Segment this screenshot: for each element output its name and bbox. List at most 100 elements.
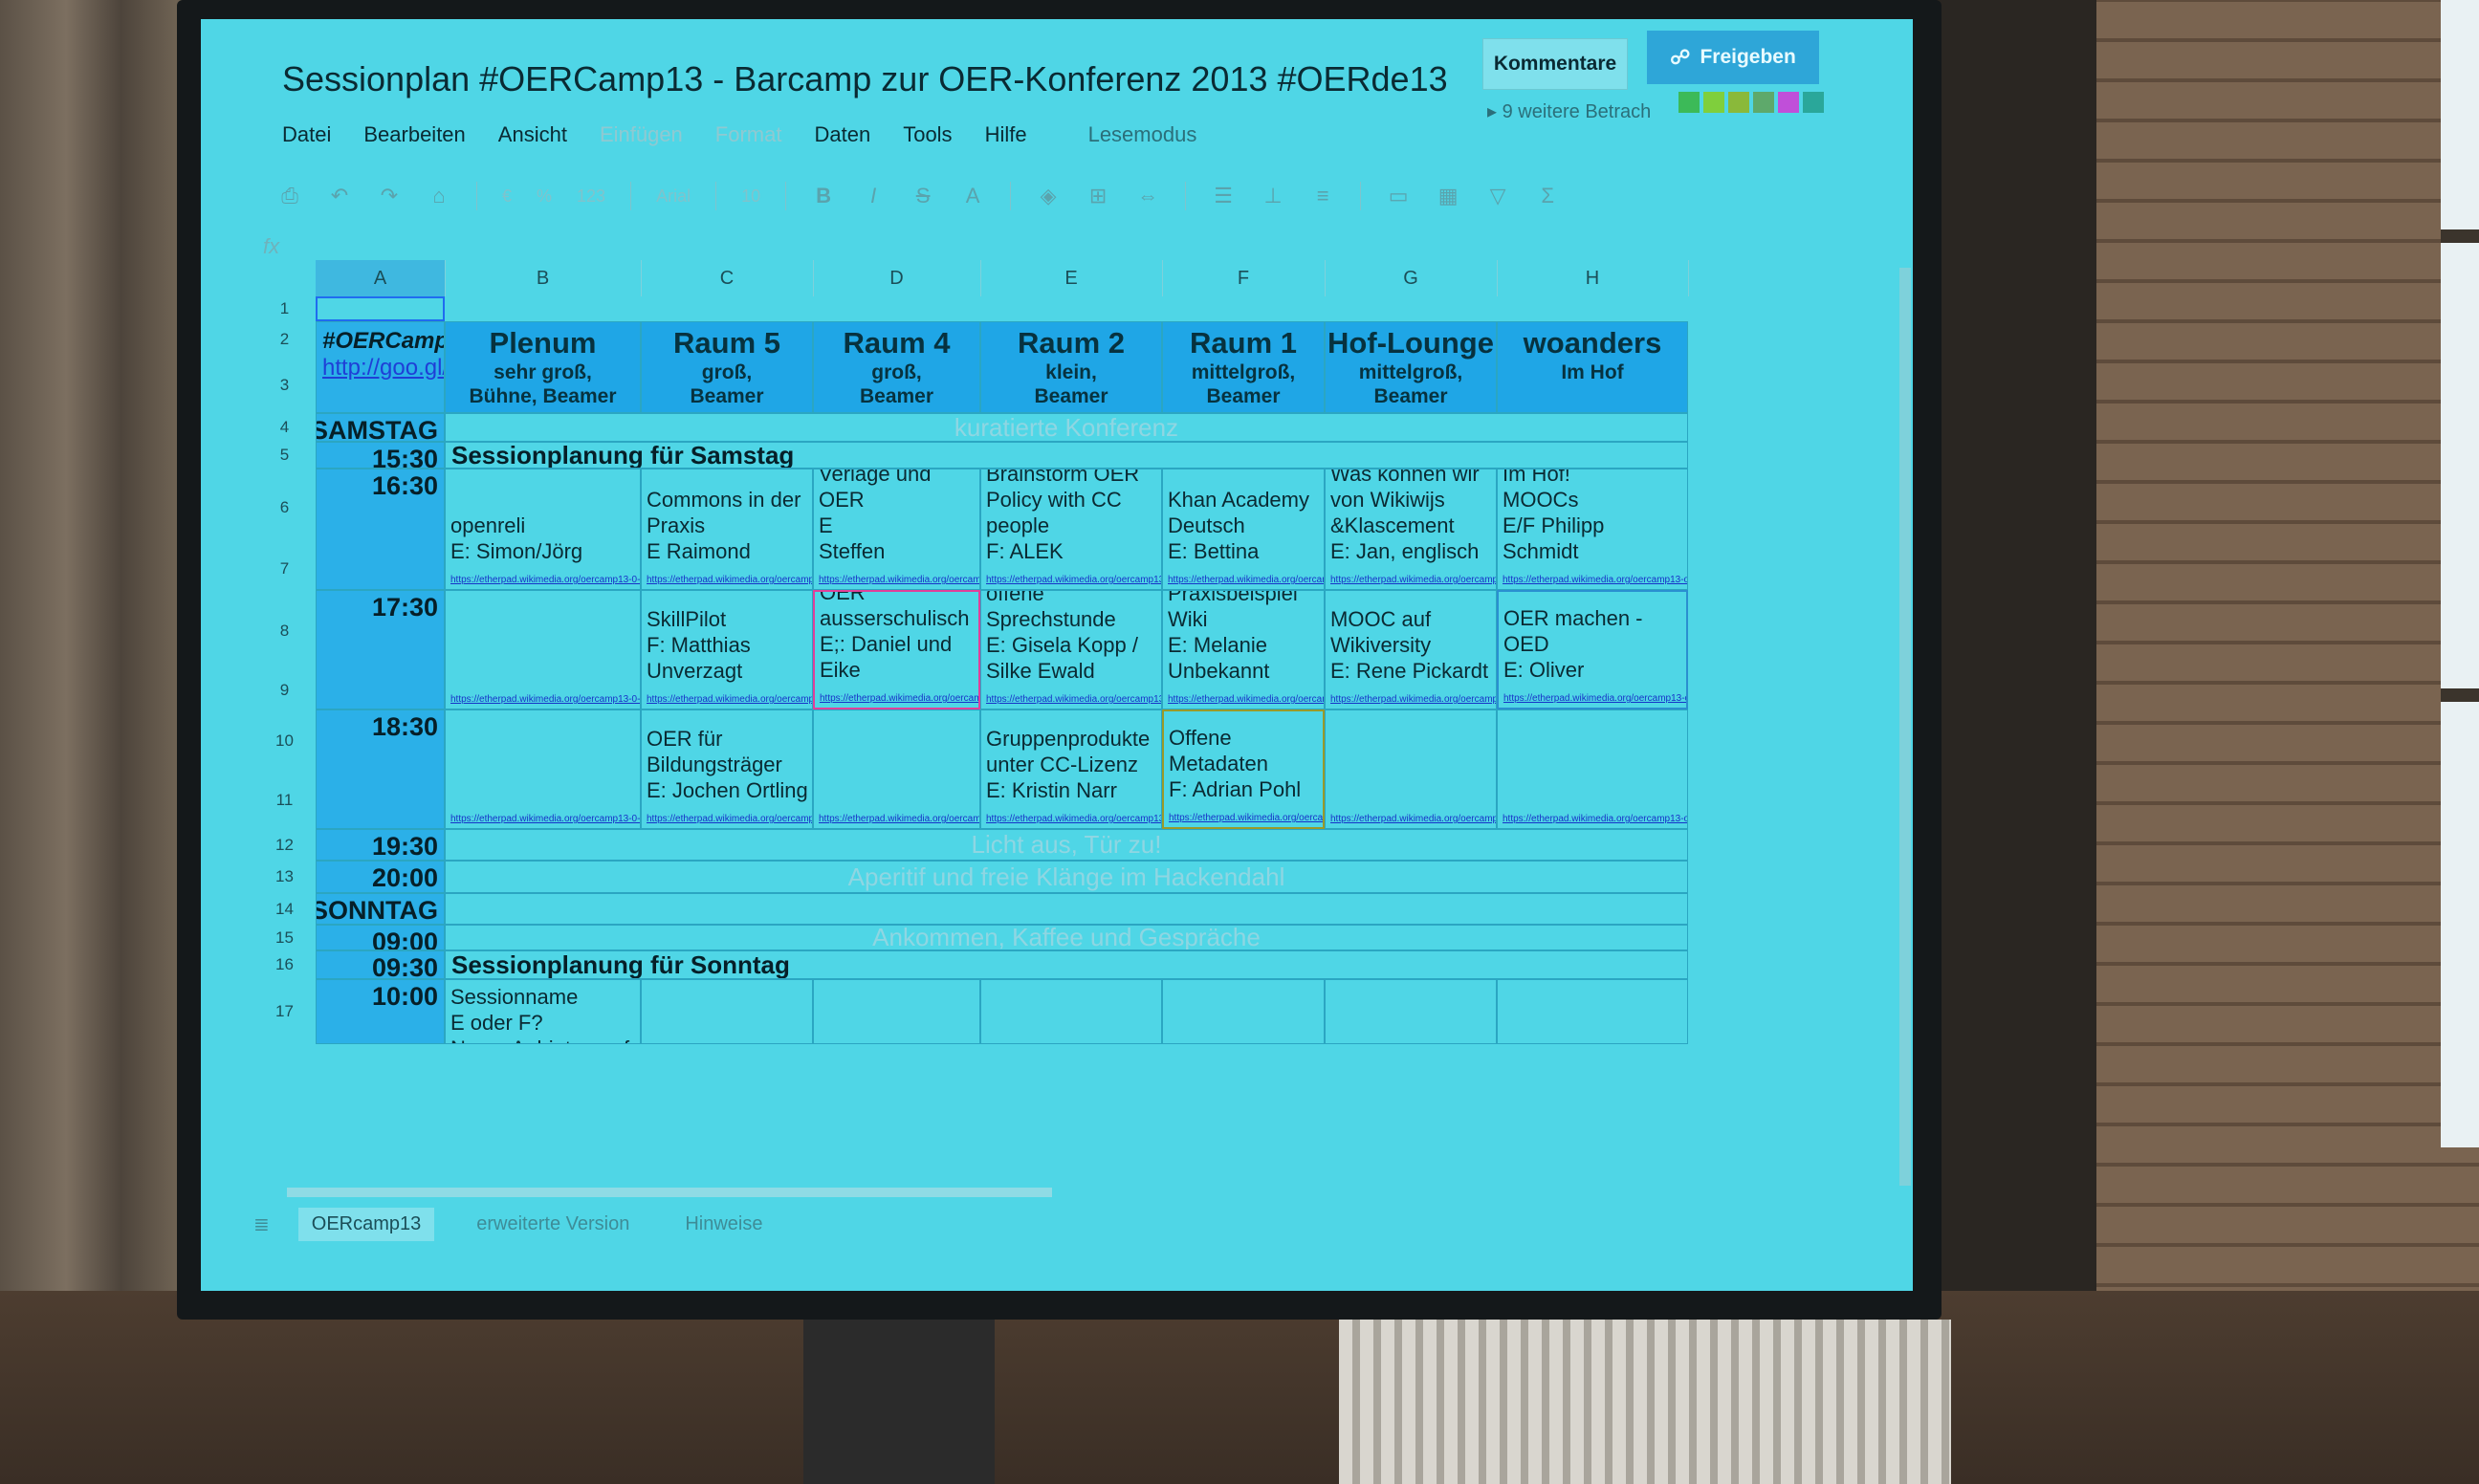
session-1830-1[interactable]: https://etherpad.wikimedia.org/oercamp13…: [445, 709, 641, 829]
session-1830-3[interactable]: https://etherpad.wikimedia.org/oercamp13…: [813, 709, 980, 829]
vertical-scrollbar[interactable]: [1899, 268, 1911, 1186]
session-sonntag-6[interactable]: [1325, 979, 1497, 1044]
horizontal-scrollbar[interactable]: [287, 1188, 1052, 1197]
session-1730-7[interactable]: OER machen - OED E: Oliver https://etherp…: [1497, 590, 1688, 709]
row-header-1[interactable]: 1: [253, 296, 316, 321]
comment-icon[interactable]: ▭: [1386, 184, 1411, 208]
etherpad-link[interactable]: https://etherpad.wikimedia.org/oercamp13…: [1330, 814, 1496, 824]
room-header-5[interactable]: Raum 1 mittelgroß, Beamer: [1162, 321, 1325, 413]
formula-bar-label[interactable]: fx: [263, 234, 279, 259]
menu-tools[interactable]: Tools: [903, 122, 952, 147]
banner-sonntag[interactable]: [445, 893, 1688, 925]
etherpad-link[interactable]: https://etherpad.wikimedia.org/oercamp13…: [1503, 575, 1687, 585]
planning-samstag[interactable]: Sessionplanung für Samstag: [445, 442, 1688, 469]
session-sonntag-5[interactable]: [1162, 979, 1325, 1044]
row-header-6[interactable]: 6: [253, 469, 316, 547]
time-1830[interactable]: 18:30: [316, 709, 445, 829]
row-header-8[interactable]: 8: [253, 590, 316, 671]
column-header-b[interactable]: B: [445, 260, 642, 296]
menu-hilfe[interactable]: Hilfe: [985, 122, 1027, 147]
document-title[interactable]: Sessionplan #OERCamp13 - Barcamp zur OER…: [282, 59, 1448, 99]
room-header-1[interactable]: Plenum sehr groß, Bühne, Beamer: [445, 321, 641, 413]
sheet-tab-oercamp13[interactable]: OERcamp13: [297, 1207, 435, 1241]
etherpad-link[interactable]: https://etherpad.wikimedia.org/oercamp13…: [450, 575, 640, 585]
percent-format-button[interactable]: %: [537, 186, 552, 207]
room-header-2[interactable]: Raum 5 groß, Beamer: [641, 321, 813, 413]
session-1730-2[interactable]: SkillPilot F: Matthias Unverzagt https://…: [641, 590, 813, 709]
chart-icon[interactable]: ▦: [1436, 184, 1460, 208]
undo-icon[interactable]: ↶: [327, 184, 352, 208]
column-header-h[interactable]: H: [1497, 260, 1689, 296]
session-1730-4[interactable]: Videoproduktion offene Sprechstunde E: G…: [980, 590, 1162, 709]
etherpad-link[interactable]: https://etherpad.wikimedia.org/oercamp13…: [1169, 813, 1323, 823]
row-header-10[interactable]: 10: [253, 709, 316, 772]
session-1730-5[interactable]: Praxisbeispiel Wiki E: Melanie Unbekannt…: [1162, 590, 1325, 709]
menu-bearbeiten[interactable]: Bearbeiten: [363, 122, 465, 147]
row-header-4[interactable]: 4: [253, 413, 316, 442]
sheet-hashtag-cell[interactable]: #OERCamp13http://goo.gl/Lm/t8p: [316, 321, 445, 413]
menu-daten[interactable]: Daten: [814, 122, 870, 147]
etherpad-link[interactable]: https://etherpad.wikimedia.org/oercamp13…: [986, 575, 1161, 585]
etherpad-link[interactable]: https://etherpad.wikimedia.org/oercamp13…: [819, 575, 979, 585]
time-2000[interactable]: 20:00: [316, 861, 445, 893]
sheet-tab-erweiterte-version[interactable]: erweiterte Version: [463, 1208, 643, 1241]
etherpad-link[interactable]: https://etherpad.wikimedia.org/oercamp13…: [1168, 575, 1324, 585]
fill-color-icon[interactable]: ◈: [1036, 184, 1061, 208]
viewer-avatar[interactable]: [1703, 92, 1724, 113]
session-sonntag-2[interactable]: [641, 979, 813, 1044]
column-header-e[interactable]: E: [980, 260, 1163, 296]
viewers-indicator[interactable]: ▸ 9 weitere Betrach: [1487, 99, 1651, 123]
merge-cells-icon[interactable]: ⇔: [1135, 184, 1160, 208]
time-0900[interactable]: 09:00: [316, 925, 445, 950]
italic-icon[interactable]: I: [861, 184, 886, 208]
etherpad-link[interactable]: https://etherpad.wikimedia.org/oercamp13…: [647, 575, 812, 585]
etherpad-link[interactable]: https://etherpad.wikimedia.org/oercamp13…: [820, 693, 978, 704]
time-1530[interactable]: 15:30: [316, 442, 445, 469]
row-header-16[interactable]: 16: [253, 950, 316, 979]
session-1630-3[interactable]: Verlage und OER E Steffen https://etherpa…: [813, 469, 980, 590]
viewer-avatar[interactable]: [1778, 92, 1799, 113]
menu-einfuegen[interactable]: Einfügen: [600, 122, 683, 147]
row-header-7[interactable]: 7: [253, 547, 316, 590]
font-size-dropdown[interactable]: 10: [741, 186, 760, 207]
row-header-13[interactable]: 13: [253, 861, 316, 893]
room-header-7[interactable]: woanders Im Hof: [1497, 321, 1688, 413]
align-icon[interactable]: ☰: [1211, 184, 1236, 208]
menu-datei[interactable]: Datei: [282, 122, 331, 147]
row-header-14[interactable]: 14: [253, 893, 316, 925]
session-template[interactable]: Sessionname E oder F? Name Anbieter, ggf…: [445, 979, 641, 1044]
viewer-avatar[interactable]: [1803, 92, 1824, 113]
row-header-11[interactable]: 11: [253, 772, 316, 829]
print-icon[interactable]: ⎙: [277, 184, 302, 208]
etherpad-link[interactable]: https://etherpad.wikimedia.org/oercamp13…: [647, 694, 812, 705]
functions-icon[interactable]: Σ: [1535, 184, 1560, 208]
session-1630-6[interactable]: Was können wir von Wikiwijs &Klascement …: [1325, 469, 1497, 590]
session-1730-3[interactable]: OER ausserschulisch E;: Daniel und Eike h…: [813, 590, 980, 709]
planning-sonntag[interactable]: Sessionplanung für Sonntag: [445, 950, 1688, 979]
cell-a1[interactable]: [316, 296, 445, 321]
row-header-12[interactable]: 12: [253, 829, 316, 861]
strikethrough-icon[interactable]: S: [910, 184, 935, 208]
etherpad-link[interactable]: https://etherpad.wikimedia.org/oercamp13…: [986, 694, 1161, 705]
etherpad-link[interactable]: https://etherpad.wikimedia.org/oercamp13…: [450, 694, 640, 705]
etherpad-link[interactable]: https://etherpad.wikimedia.org/oercamp13…: [450, 814, 640, 824]
all-sheets-icon[interactable]: ≣: [253, 1212, 270, 1236]
session-1730-6[interactable]: MOOC auf Wikiversity E: Rene Pickardt htt…: [1325, 590, 1497, 709]
paint-format-icon[interactable]: ⌂: [427, 184, 451, 208]
session-1630-7[interactable]: Im Hof! MOOCs E/F Philipp Schmidt https:/…: [1497, 469, 1688, 590]
session-1630-1[interactable]: openreli E: Simon/Jörg https://etherpad.w…: [445, 469, 641, 590]
font-family-dropdown[interactable]: Arial: [656, 186, 691, 207]
row-header-17[interactable]: 17: [253, 979, 316, 1044]
session-sonntag-4[interactable]: [980, 979, 1162, 1044]
session-1630-5[interactable]: Khan Academy Deutsch E: Bettina https://e…: [1162, 469, 1325, 590]
etherpad-link[interactable]: https://etherpad.wikimedia.org/oercamp13…: [986, 814, 1161, 824]
banner-licht-aus[interactable]: Licht aus, Tür zu!: [445, 829, 1688, 861]
row-header-9[interactable]: 9: [253, 671, 316, 709]
row-header-5[interactable]: 5: [253, 442, 316, 469]
session-1630-2[interactable]: Commons in der Praxis E Raimond https://e…: [641, 469, 813, 590]
menu-format[interactable]: Format: [715, 122, 782, 147]
banner-kuratiert[interactable]: kuratierte Konferenz: [445, 413, 1688, 442]
etherpad-link[interactable]: https://etherpad.wikimedia.org/oercamp13…: [819, 814, 979, 824]
session-1830-6[interactable]: https://etherpad.wikimedia.org/oercamp13…: [1325, 709, 1497, 829]
number-format-dropdown[interactable]: 123: [577, 186, 605, 207]
